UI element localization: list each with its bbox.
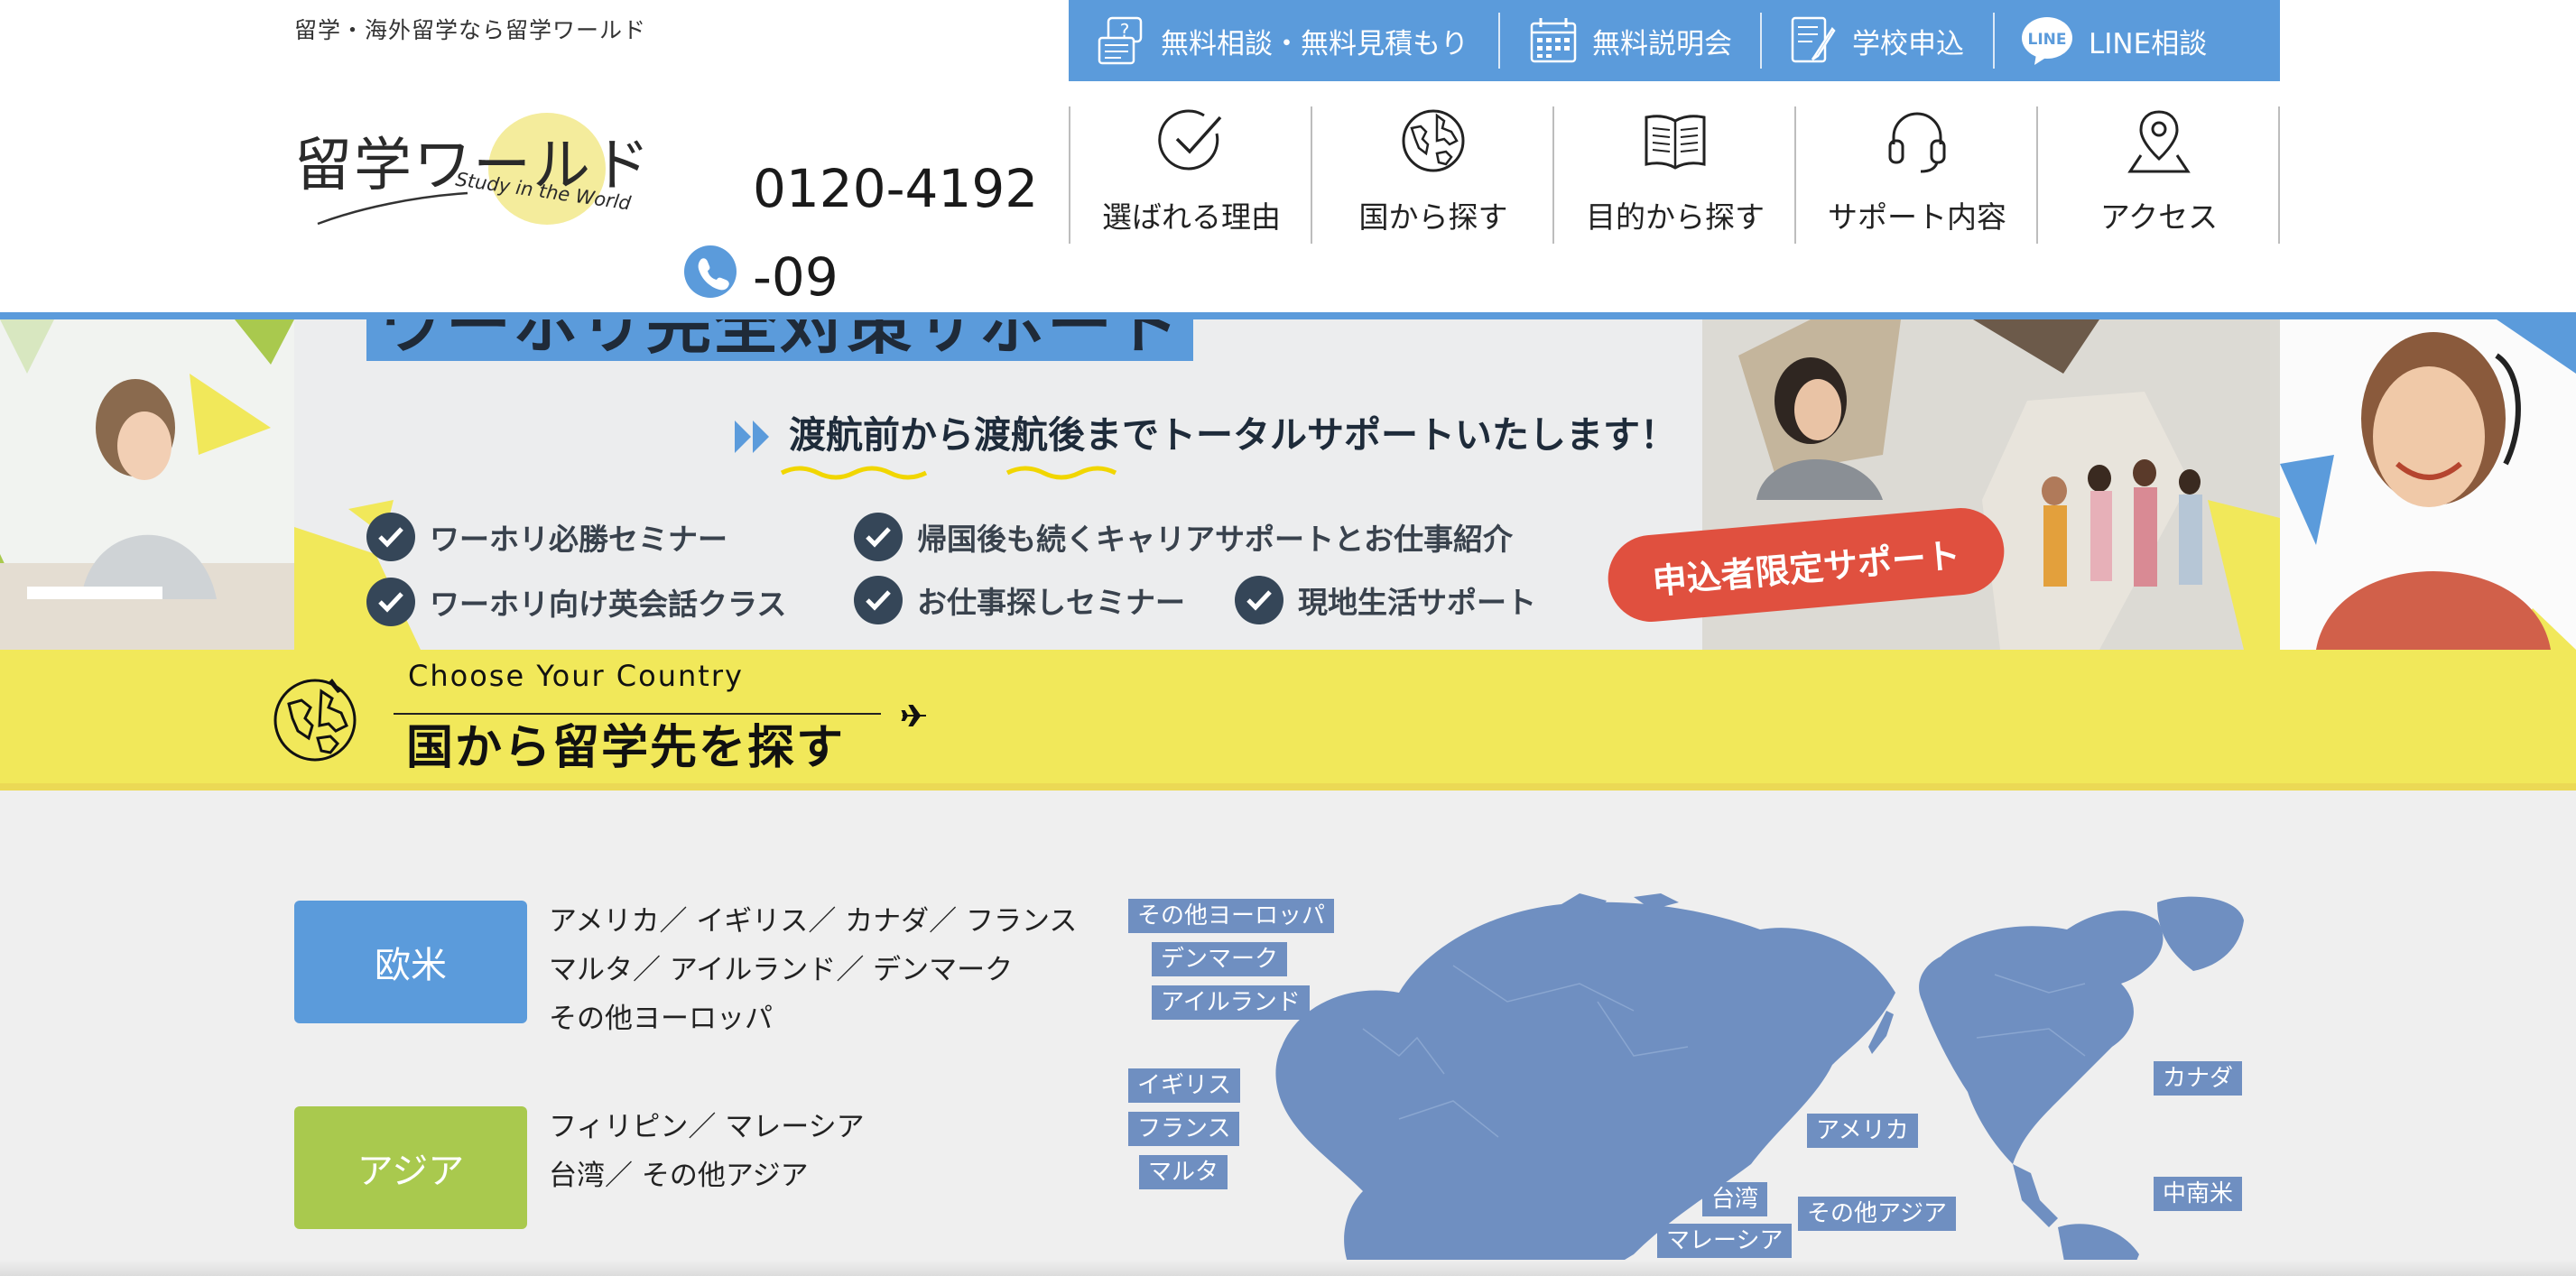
country-link[interactable]: その他ヨーロッパ	[549, 1003, 773, 1035]
check-icon	[366, 513, 415, 561]
top-nav-label: 学校申込	[1852, 27, 1964, 60]
map-label-other-europe[interactable]: その他ヨーロッパ	[1128, 899, 1335, 933]
region-country-list: アメリカ／ イギリス／ カナダ／ フランス マルタ／ アイルランド／ デンマーク…	[549, 905, 1078, 1035]
site-logo[interactable]: 留学ワールド Study in the World	[294, 106, 650, 242]
check-icon	[854, 513, 903, 561]
top-cta-bar: ? 無料相談・無料見積もり 無料説明会 学校申込 LINE LINE相談	[1069, 0, 2280, 81]
nav-item-country[interactable]: 国から探す	[1312, 106, 1554, 244]
banner-feature-text: 帰国後も続くキャリアサポートとお仕事紹介	[917, 522, 1513, 557]
nav-item-label: サポート内容	[1828, 199, 2006, 235]
map-label-uk[interactable]: イギリス	[1128, 1068, 1241, 1103]
consultation-icon: ?	[1098, 16, 1143, 65]
nav-item-purpose[interactable]: 目的から探す	[1554, 106, 1796, 244]
check-circle-icon	[1158, 109, 1222, 171]
banner-side-image-right	[2280, 319, 2576, 650]
banner-side-image-left	[0, 319, 294, 650]
banner-feature-text: ワーホリ必勝セミナー	[430, 522, 727, 557]
double-play-icon	[735, 421, 769, 453]
nav-item-access[interactable]: アクセス	[2038, 106, 2280, 244]
region-button-asia[interactable]: アジア	[294, 1106, 527, 1229]
country-section-en-title: Choose Your Country	[408, 659, 744, 693]
banner-title: ワーホリ完全対策サポート	[379, 319, 1181, 363]
banner-feature-text: お仕事探しセミナー	[917, 585, 1185, 620]
map-label-ireland[interactable]: アイルランド	[1152, 985, 1310, 1020]
country-link[interactable]: デンマーク	[873, 954, 1013, 986]
top-nav-divider	[1760, 13, 1762, 69]
banner-feature-item: 帰国後も続くキャリアサポートとお仕事紹介	[854, 513, 1513, 561]
map-label-france[interactable]: フランス	[1128, 1112, 1240, 1146]
nav-item-label: 目的から探す	[1586, 199, 1765, 235]
top-nav-application[interactable]: 学校申込	[1787, 0, 1964, 81]
line-icon: LINE	[2022, 17, 2072, 65]
globe-plane-icon	[273, 679, 357, 762]
country-search-header	[0, 650, 2576, 789]
banner-title-bar: ワーホリ完全対策サポート	[366, 319, 1194, 363]
phone-icon	[684, 245, 737, 298]
globe-icon	[1402, 109, 1465, 172]
check-icon	[1235, 576, 1283, 624]
country-link[interactable]: アメリカ	[549, 905, 659, 938]
map-label-malta[interactable]: マルタ	[1139, 1155, 1228, 1189]
country-link[interactable]: カナダ	[845, 905, 929, 938]
main-nav: 選ばれる理由 国から探す 目的から探す サポート内容 アクセス	[1069, 106, 2280, 244]
country-section-title: 国から留学先を探す	[406, 721, 846, 775]
world-map: その他ヨーロッパ デンマーク アイルランド イギリス フランス マルタ アメリカ…	[1128, 893, 2247, 1276]
banner-feature-item: お仕事探しセミナー	[854, 576, 1185, 624]
headset-icon	[1888, 112, 1946, 173]
world-map-shape	[1275, 893, 2244, 1276]
nav-item-label: 選ばれる理由	[1102, 199, 1281, 235]
map-pin-icon	[2127, 110, 2191, 173]
top-nav-seminar[interactable]: 無料説明会	[1527, 0, 1732, 81]
map-label-canada[interactable]: カナダ	[2154, 1061, 2243, 1096]
country-link[interactable]: 台湾	[549, 1160, 605, 1192]
map-label-denmark[interactable]: デンマーク	[1152, 942, 1288, 976]
banner-feature-item: 現地生活サポート	[1235, 576, 1536, 624]
banner-feature-text: ワーホリ向け英会話クラス	[430, 587, 787, 622]
banner-feature-item: ワーホリ必勝セミナー	[366, 513, 727, 561]
bottom-fade	[0, 1260, 2576, 1276]
top-nav-divider	[1993, 13, 1995, 69]
map-label-other-asia[interactable]: その他アジア	[1798, 1197, 1956, 1231]
top-nav-divider	[1498, 13, 1500, 69]
site-tagline: 留学・海外留学なら留学ワールド	[294, 17, 647, 43]
check-icon	[366, 578, 415, 626]
nav-item-label: 国から探す	[1358, 199, 1508, 235]
nav-item-label: アクセス	[2099, 199, 2219, 235]
top-nav-line[interactable]: LINE LINE相談	[2020, 0, 2207, 81]
nav-item-reasons[interactable]: 選ばれる理由	[1070, 106, 1312, 244]
map-label-usa[interactable]: アメリカ	[1807, 1114, 1918, 1148]
map-label-malaysia[interactable]: マレーシア	[1657, 1224, 1793, 1258]
working-holiday-banner[interactable]: ワーホリ完全対策サポート 渡航前から渡航後までトータルサポートいたします！ ワー…	[294, 319, 2280, 650]
map-label-latin-america[interactable]: 中南米	[2154, 1177, 2243, 1211]
country-link[interactable]: フランス	[966, 905, 1077, 938]
country-link[interactable]: その他アジア	[642, 1160, 809, 1192]
country-link[interactable]: フィリピン	[549, 1111, 688, 1143]
top-nav-consultation[interactable]: ? 無料相談・無料見積もり	[1096, 0, 1469, 81]
top-nav-label: 無料相談・無料見積もり	[1161, 27, 1469, 60]
phone-number[interactable]: 0120-4192-09	[753, 144, 1042, 321]
country-link[interactable]: アイルランド	[670, 954, 836, 986]
map-label-taiwan[interactable]: 台湾	[1702, 1182, 1768, 1216]
logo-swoosh	[317, 191, 468, 226]
banner-feature-item: ワーホリ向け英会話クラス	[366, 578, 786, 626]
country-link[interactable]: マレーシア	[725, 1111, 864, 1143]
nav-item-support[interactable]: サポート内容	[1796, 106, 2038, 244]
region-country-list: フィリピン／ マレーシア 台湾／ その他アジア	[549, 1111, 865, 1192]
country-header-divider	[0, 783, 2576, 791]
nav-divider	[2278, 106, 2280, 244]
country-link[interactable]: イギリス	[696, 905, 808, 938]
application-form-icon	[1791, 16, 1836, 63]
check-icon	[854, 576, 903, 624]
top-nav-label: LINE相談	[2089, 27, 2208, 60]
region-button-europe-america[interactable]: 欧米	[294, 901, 527, 1023]
line-icon-text: LINE	[2028, 31, 2067, 49]
book-icon	[1645, 115, 1706, 170]
calendar-icon	[1530, 18, 1577, 63]
banner-subtitle: 渡航前から渡航後までトータルサポートいたします！	[789, 413, 1677, 457]
header-divider	[0, 312, 2576, 319]
banner-feature-text: 現地生活サポート	[1298, 585, 1536, 620]
airplane-icon	[901, 705, 926, 726]
top-nav-label: 無料説明会	[1592, 27, 1732, 60]
country-link[interactable]: マルタ	[549, 954, 633, 986]
